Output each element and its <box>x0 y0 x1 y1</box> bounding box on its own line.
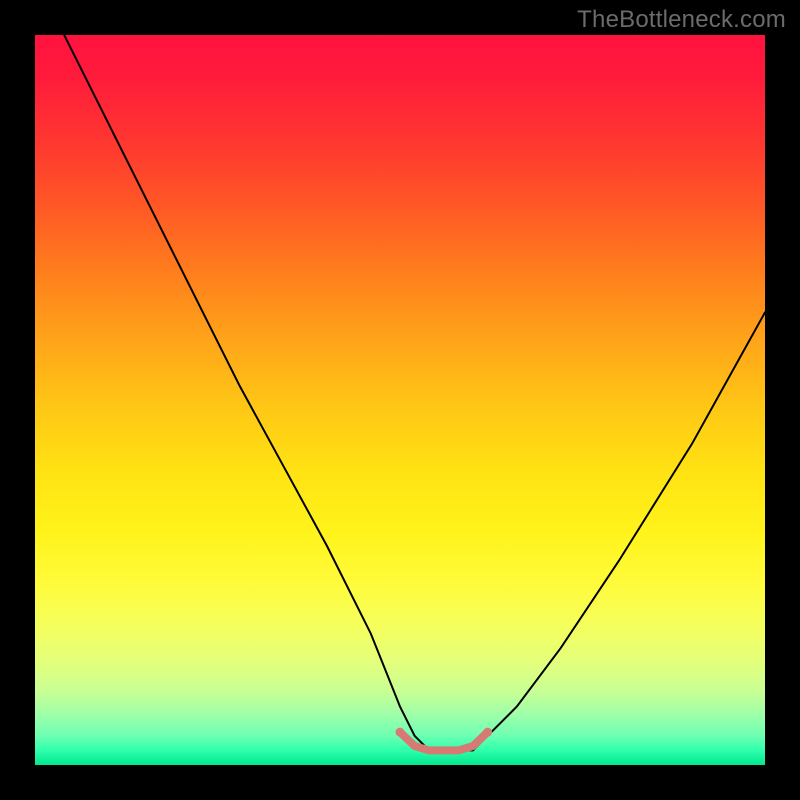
optimal-zone-endpoint <box>483 728 492 737</box>
optimal-zone-dots <box>396 728 493 737</box>
watermark-text: TheBottleneck.com <box>577 6 786 34</box>
bottleneck-curve <box>64 35 765 750</box>
plot-area <box>35 35 765 765</box>
optimal-zone-endpoint <box>396 728 405 737</box>
chart-overlay <box>35 35 765 765</box>
chart-container: TheBottleneck.com <box>0 0 800 800</box>
